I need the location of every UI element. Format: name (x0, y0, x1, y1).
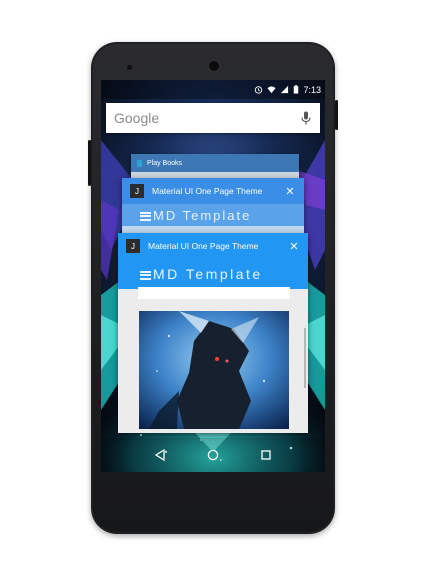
page-banner: MD Template (118, 259, 308, 289)
card-title: Play Books (147, 159, 183, 167)
front-camera (209, 61, 219, 71)
app-icon: J (130, 184, 144, 198)
close-icon[interactable]: ✕ (288, 240, 300, 253)
hero-artwork-image (139, 311, 289, 429)
recents-icon[interactable] (259, 448, 273, 462)
signal-icon (281, 85, 289, 94)
card-header: J Material UI One Page Theme ✕ (118, 233, 308, 259)
card-header: Play Books (131, 154, 299, 172)
volume-button (88, 140, 91, 186)
battery-icon (294, 85, 299, 94)
banner-text: MD Template (153, 207, 252, 223)
recent-card-browser-1[interactable]: J Material UI One Page Theme ✕ MD Templa… (122, 178, 304, 240)
banner-text: MD Template (153, 266, 263, 282)
proximity-sensor (127, 65, 132, 70)
mic-icon[interactable] (300, 111, 312, 125)
scrollbar[interactable] (304, 328, 306, 388)
menu-icon (140, 211, 151, 221)
phone-screen: 7:13 Google Play Books J Material UI One… (101, 80, 325, 472)
home-icon[interactable] (206, 448, 220, 462)
close-icon[interactable]: ✕ (284, 185, 296, 198)
alarm-icon (255, 86, 263, 94)
navigation-bar (101, 438, 325, 472)
card-header: J Material UI One Page Theme ✕ (122, 178, 304, 204)
google-logo: Google (114, 110, 160, 126)
app-icon: J (126, 239, 140, 253)
content-panel (138, 287, 290, 299)
page-banner: MD Template (122, 204, 304, 226)
status-bar: 7:13 (101, 80, 325, 99)
google-search-bar[interactable]: Google (106, 103, 320, 133)
play-books-icon (137, 159, 142, 167)
menu-icon (140, 270, 151, 280)
back-icon[interactable] (153, 448, 167, 462)
wifi-icon (267, 86, 277, 94)
card-title: Material UI One Page Theme (152, 186, 263, 196)
status-time: 7:13 (303, 84, 321, 95)
power-button (335, 100, 338, 130)
recent-card-browser-2[interactable]: J Material UI One Page Theme ✕ MD Templa… (118, 233, 308, 433)
card-title: Material UI One Page Theme (148, 241, 259, 251)
